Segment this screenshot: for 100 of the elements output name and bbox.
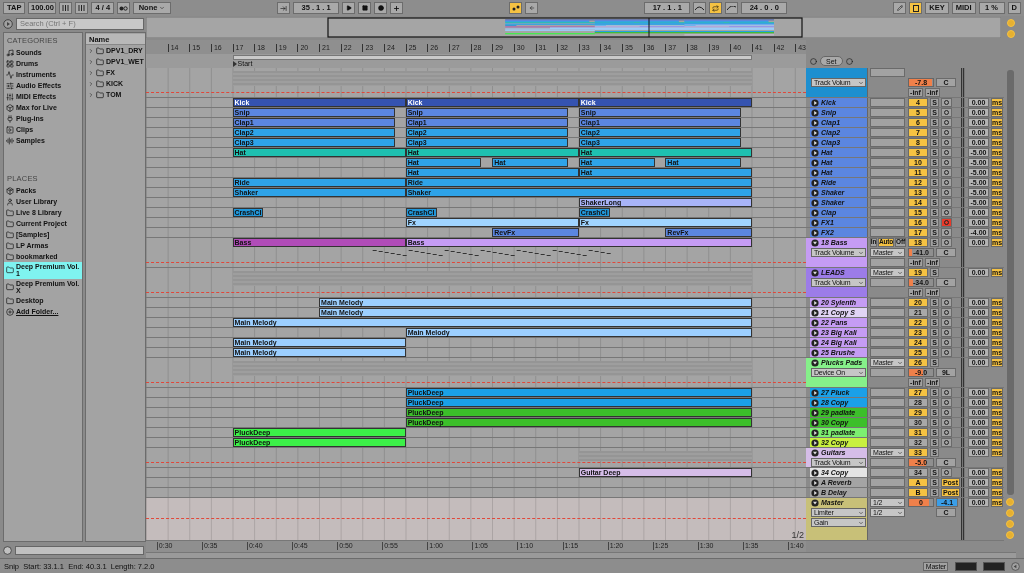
play-circle-icon[interactable]: [811, 108, 819, 117]
input-field[interactable]: [870, 208, 905, 217]
nudge-down-button[interactable]: [59, 2, 73, 14]
punch-in-button[interactable]: [693, 2, 707, 14]
play-circle-icon[interactable]: [811, 178, 819, 187]
fold-toggle-icon[interactable]: [811, 238, 819, 247]
play-circle-icon[interactable]: [811, 198, 819, 207]
record-arm-button[interactable]: [941, 428, 952, 437]
record-arm-button[interactable]: [941, 398, 952, 407]
play-circle-icon[interactable]: [811, 98, 819, 107]
follow-button[interactable]: [277, 2, 291, 14]
record-arm-button[interactable]: [941, 138, 952, 147]
record-arm-button[interactable]: [941, 348, 952, 357]
horizontal-scrollbar[interactable]: [146, 552, 1016, 558]
play-circle-icon[interactable]: [811, 148, 819, 157]
circle-icon[interactable]: [810, 57, 817, 65]
input-field[interactable]: [870, 478, 905, 487]
circle-icon[interactable]: [845, 57, 853, 65]
input-field[interactable]: [870, 108, 905, 117]
fold-toggle-icon[interactable]: [811, 358, 819, 367]
input-field[interactable]: [870, 388, 905, 397]
input-field[interactable]: [870, 398, 905, 407]
input-field[interactable]: [870, 218, 905, 227]
record-arm-button[interactable]: [941, 468, 952, 477]
record-arm-button[interactable]: [941, 128, 952, 137]
record-arm-button[interactable]: [941, 298, 952, 307]
input-field[interactable]: [870, 188, 905, 197]
nudge-up-button[interactable]: [75, 2, 89, 14]
fold-toggle-icon[interactable]: [811, 498, 819, 507]
record-arm-button[interactable]: [941, 218, 952, 227]
play-circle-icon[interactable]: [811, 468, 819, 477]
record-arm-button[interactable]: [941, 198, 952, 207]
input-field[interactable]: [870, 408, 905, 417]
input-field[interactable]: [870, 458, 905, 467]
record-arm-button[interactable]: [941, 338, 952, 347]
play-circle-icon[interactable]: [811, 218, 819, 227]
record-arm-button[interactable]: [941, 148, 952, 157]
input-field[interactable]: [870, 228, 905, 237]
input-field[interactable]: [870, 418, 905, 427]
loop-button[interactable]: [709, 2, 723, 14]
play-circle-icon[interactable]: [811, 428, 819, 437]
input-field[interactable]: [870, 278, 905, 287]
record-arm-button[interactable]: [941, 178, 952, 187]
stop-button[interactable]: [358, 2, 372, 14]
record-arm-button[interactable]: [941, 158, 952, 167]
play-circle-icon[interactable]: [811, 118, 819, 127]
input-field[interactable]: [870, 488, 905, 497]
preview-icon[interactable]: [3, 546, 12, 555]
record-arm-button[interactable]: [941, 418, 952, 427]
input-field[interactable]: [870, 308, 905, 317]
play-circle-icon[interactable]: [811, 388, 819, 397]
browser-toggle-icon[interactable]: [3, 18, 13, 29]
play-circle-icon[interactable]: [811, 308, 819, 317]
add-button[interactable]: [390, 2, 404, 14]
play-circle-icon[interactable]: [811, 348, 819, 357]
record-arm-button[interactable]: [941, 238, 952, 247]
play-button[interactable]: [342, 2, 356, 14]
play-circle-icon[interactable]: [811, 158, 819, 167]
play-circle-icon[interactable]: [811, 188, 819, 197]
record-arm-button[interactable]: [941, 408, 952, 417]
record-arm-button[interactable]: [941, 328, 952, 337]
input-field[interactable]: [870, 128, 905, 137]
automation-arm-button[interactable]: [509, 2, 523, 14]
play-circle-icon[interactable]: [811, 168, 819, 177]
play-circle-icon[interactable]: [811, 408, 819, 417]
input-field[interactable]: [870, 328, 905, 337]
play-circle-icon[interactable]: [811, 478, 819, 487]
play-circle-icon[interactable]: [811, 228, 819, 237]
play-circle-icon[interactable]: [811, 488, 819, 497]
record-arm-button[interactable]: [941, 168, 952, 177]
record-arm-button[interactable]: [941, 108, 952, 117]
input-field[interactable]: [870, 138, 905, 147]
record-arm-button[interactable]: [941, 188, 952, 197]
input-field[interactable]: [870, 68, 905, 77]
input-field[interactable]: [870, 368, 905, 377]
record-arm-button[interactable]: [941, 318, 952, 327]
computer-midi-button[interactable]: [909, 2, 923, 14]
play-circle-icon[interactable]: [811, 298, 819, 307]
input-field[interactable]: [870, 258, 905, 267]
input-field[interactable]: [870, 338, 905, 347]
input-field[interactable]: [870, 428, 905, 437]
play-circle-icon[interactable]: [811, 138, 819, 147]
record-arm-button[interactable]: [941, 388, 952, 397]
play-circle-icon[interactable]: [811, 338, 819, 347]
play-circle-icon[interactable]: [811, 208, 819, 217]
input-field[interactable]: [870, 168, 905, 177]
play-circle-icon[interactable]: [811, 418, 819, 427]
record-arm-button[interactable]: [941, 438, 952, 447]
input-field[interactable]: [870, 178, 905, 187]
play-circle-icon[interactable]: [811, 328, 819, 337]
record-arm-button[interactable]: [941, 118, 952, 127]
punch-out-button[interactable]: [725, 2, 739, 14]
back-arrow-icon[interactable]: [1011, 561, 1020, 571]
input-field[interactable]: [870, 148, 905, 157]
input-field[interactable]: [870, 438, 905, 447]
input-field[interactable]: [870, 318, 905, 327]
input-field[interactable]: [870, 298, 905, 307]
input-field[interactable]: [870, 118, 905, 127]
record-arm-button[interactable]: [941, 98, 952, 107]
input-field[interactable]: [870, 468, 905, 477]
